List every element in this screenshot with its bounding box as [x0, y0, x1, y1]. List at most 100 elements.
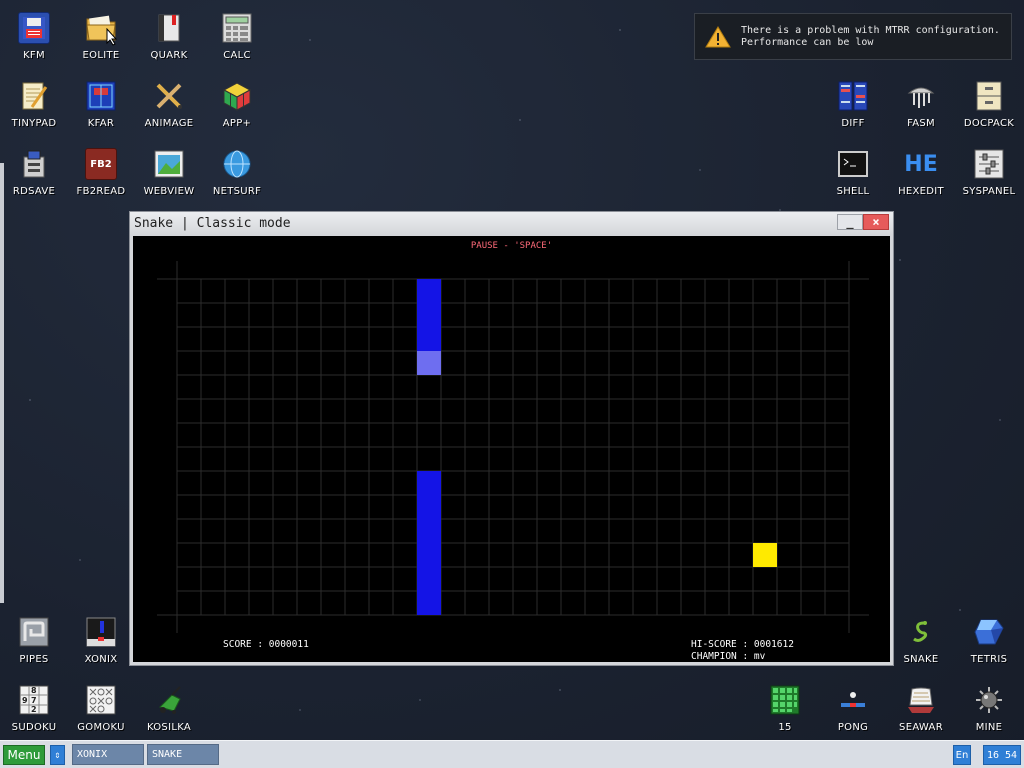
icon-label: SHELL: [836, 186, 870, 197]
rubiks-cube-icon: [221, 80, 253, 112]
desktop-icon-pipes[interactable]: PIPES: [0, 610, 68, 678]
desktop-icon-sudoku[interactable]: 8972 SUDOKU: [0, 678, 68, 746]
food-item: [753, 543, 777, 567]
icon-label: KFM: [23, 50, 45, 61]
fifteen-puzzle-icon: [769, 684, 801, 716]
left-edge-panel: [0, 163, 4, 603]
desktop-icon-seawar[interactable]: SEAWAR: [887, 678, 955, 746]
rdsave-icon: [18, 148, 50, 180]
hex-icon: HE: [904, 151, 938, 177]
desktop-icon-docpack[interactable]: DOCPACK: [955, 74, 1023, 142]
snake-segment: [417, 495, 441, 519]
desktop-icon-kosilka[interactable]: KOSILKA: [135, 678, 203, 746]
close-button[interactable]: ×: [863, 214, 889, 230]
desktop-icon-mine[interactable]: MINE: [955, 678, 1023, 746]
desktop-icon-app-plus[interactable]: APP+: [203, 74, 271, 142]
desktop-icon-gomoku[interactable]: GOMOKU: [67, 678, 135, 746]
desktop-icon-pong[interactable]: PONG: [819, 678, 887, 746]
snake-segment: [417, 327, 441, 351]
calculator-icon: [221, 12, 253, 44]
minimize-button[interactable]: _: [837, 214, 863, 230]
snake-segment: [417, 543, 441, 567]
mouse-cursor-icon: [106, 28, 118, 46]
book-icon: [153, 12, 185, 44]
desktop-icon-shell[interactable]: SHELL: [819, 142, 887, 210]
mine-icon: [973, 684, 1005, 716]
icon-label: FASM: [907, 118, 935, 129]
menu-button[interactable]: Menu: [3, 745, 45, 765]
snake-segment: [417, 567, 441, 591]
desktop-icon-xonix[interactable]: XONIX: [67, 610, 135, 678]
icon-label: DIFF: [841, 118, 865, 129]
icon-label: DOCPACK: [963, 118, 1015, 129]
icon-label: HEXEDIT: [898, 186, 944, 197]
globe-icon: [221, 148, 253, 180]
taskbar-item-snake[interactable]: SNAKE: [147, 744, 219, 765]
notepad-icon: [18, 80, 50, 112]
desktop-icon-hexedit[interactable]: HE HEXEDIT: [887, 142, 955, 210]
taskbar: Menu ⇕ XONIX SNAKE En 16 54: [0, 740, 1024, 768]
champion-label: CHAMPION : mv: [691, 651, 766, 662]
desktop-icon-eolite[interactable]: EOLITE: [67, 6, 135, 74]
fasm-icon: [905, 80, 937, 112]
icon-label: KOSILKA: [146, 722, 192, 733]
icon-label: GOMOKU: [77, 722, 125, 733]
icon-label: ANIMAGE: [144, 118, 194, 129]
notification-line-1: There is a problem with MTRR configurati…: [741, 24, 1000, 36]
icon-label: PONG: [837, 722, 869, 733]
clock[interactable]: 16 54: [983, 745, 1021, 765]
taskbar-item-xonix[interactable]: XONIX: [72, 744, 144, 765]
hiscore-label: HI-SCORE : 0001612: [691, 639, 794, 650]
cabinet-icon: [973, 80, 1005, 112]
sudoku-icon: 8972: [18, 684, 50, 716]
desktop-icon-15[interactable]: 15: [751, 678, 819, 746]
score-label: SCORE : 0000011: [223, 639, 309, 650]
icon-label: TINYPAD: [11, 118, 57, 129]
desktop-icon-tinypad[interactable]: TINYPAD: [0, 74, 68, 142]
snake-segment: [417, 471, 441, 495]
floppy-disk-icon: [18, 12, 50, 44]
ship-icon: [905, 684, 937, 716]
desktop-icon-animage[interactable]: ANIMAGE: [135, 74, 203, 142]
tetris-block-icon: [973, 616, 1005, 648]
desktop-icon-snake[interactable]: SNAKE: [887, 610, 955, 678]
game-canvas[interactable]: PAUSE - 'SPACE' SCORE : 0000011 HI-SCORE…: [133, 236, 890, 662]
svg-text:7: 7: [31, 696, 37, 705]
icon-label: PIPES: [19, 654, 49, 665]
diff-icon: [837, 80, 869, 112]
desktop-icon-fb2read[interactable]: FB2 FB2READ: [67, 142, 135, 210]
desktop-icon-kfar[interactable]: KFAR: [67, 74, 135, 142]
desktop-icon-netsurf[interactable]: NETSURF: [203, 142, 271, 210]
window-titlebar[interactable]: Snake | Classic mode: [130, 212, 893, 235]
warning-icon: [695, 25, 741, 49]
icon-label: QUARK: [150, 50, 188, 61]
paint-tools-icon: [153, 80, 185, 112]
xonix-icon: [85, 616, 117, 648]
desktop-icon-rdsave[interactable]: RDSAVE: [0, 142, 68, 210]
notification-line-2: Performance can be low: [741, 36, 874, 48]
icon-label: RDSAVE: [12, 186, 56, 197]
icon-label: NETSURF: [212, 186, 262, 197]
icon-label: FB2READ: [76, 186, 126, 197]
snake-segment: [417, 519, 441, 543]
desktop-icon-calc[interactable]: CALC: [203, 6, 271, 74]
icon-label: SNAKE: [903, 654, 939, 665]
desktop-icon-diff[interactable]: DIFF: [819, 74, 887, 142]
desktop-icon-fasm[interactable]: FASM: [887, 74, 955, 142]
desktop-icon-webview[interactable]: WEBVIEW: [135, 142, 203, 210]
mtrr-warning-notification[interactable]: There is a problem with MTRR configurati…: [694, 13, 1012, 60]
svg-text:8: 8: [31, 686, 37, 695]
icon-label: 15: [778, 722, 792, 733]
window-switch-button[interactable]: ⇕: [50, 745, 65, 765]
desktop-icon-syspanel[interactable]: SYSPANEL: [955, 142, 1023, 210]
desktop-icon-kfm[interactable]: KFM: [0, 6, 68, 74]
desktop-icon-tetris[interactable]: TETRIS: [955, 610, 1023, 678]
language-indicator[interactable]: En: [953, 745, 971, 765]
desktop-icon-quark[interactable]: QUARK: [135, 6, 203, 74]
icon-label: CALC: [223, 50, 251, 61]
snake-head: [417, 351, 441, 375]
icon-label: KFAR: [87, 118, 115, 129]
icon-label: SEAWAR: [899, 722, 943, 733]
icon-label: WEBVIEW: [143, 186, 195, 197]
snake-window[interactable]: Snake | Classic mode _ × PAUSE - 'SPACE'…: [129, 211, 894, 666]
